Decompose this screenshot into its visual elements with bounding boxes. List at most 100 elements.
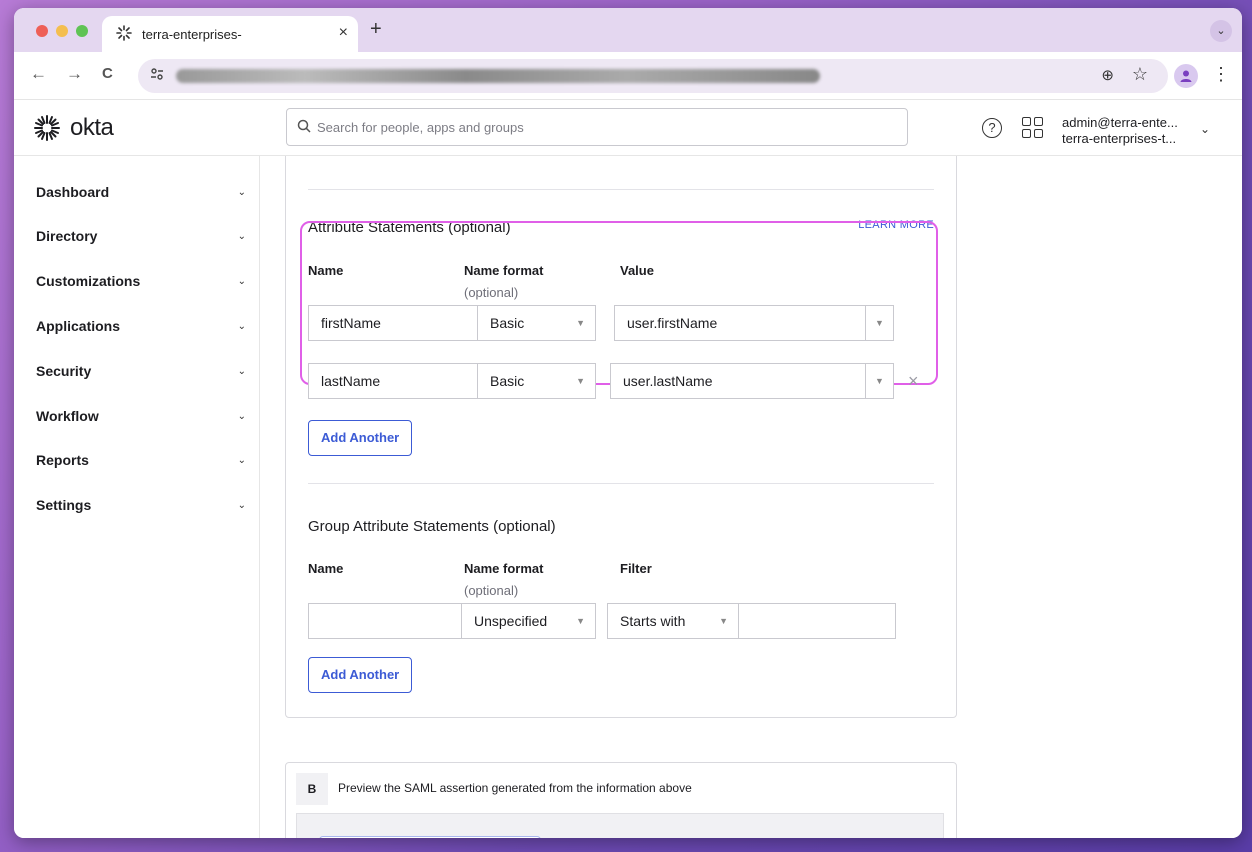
user-org[interactable]: terra-enterprises-t... — [1062, 131, 1176, 146]
okta-logo[interactable]: okta — [34, 114, 114, 142]
sidebar: Dashboard ⌄ Directory ⌄ Customizations ⌄… — [14, 156, 260, 838]
dropdown-arrow-icon: ▼ — [576, 318, 585, 328]
col-format-header: Name format — [464, 263, 544, 278]
forward-icon[interactable]: → — [66, 64, 83, 84]
chevron-down-icon: ⌄ — [237, 320, 246, 332]
dropdown-arrow-icon: ▼ — [719, 616, 728, 626]
add-group-attribute-button[interactable]: Add Another — [308, 657, 413, 693]
tab-bar: terra-enterprises- × + ⌄ — [14, 8, 1242, 52]
sidebar-item-security[interactable]: Security ⌄ — [36, 357, 246, 385]
group-filter-select[interactable]: Starts with ▼ — [607, 603, 739, 639]
group-attribute-statements-title: Group Attribute Statements (optional) — [308, 518, 556, 535]
sidebar-item-directory[interactable]: Directory ⌄ — [36, 222, 246, 250]
preview-saml-button[interactable] — [319, 836, 541, 838]
attribute-value-input[interactable]: user.lastName — [610, 363, 866, 399]
browser-tab[interactable]: terra-enterprises- × — [102, 16, 358, 52]
new-tab-icon[interactable]: + — [370, 18, 382, 41]
chevron-down-icon: ⌄ — [237, 230, 246, 242]
okta-logo-text: okta — [70, 114, 114, 141]
divider — [308, 189, 934, 190]
attribute-format-select[interactable]: Basic ▼ — [477, 363, 596, 399]
attribute-name-input[interactable]: firstName — [308, 305, 478, 341]
sidebar-item-workflow[interactable]: Workflow ⌄ — [36, 402, 246, 430]
reload-icon[interactable]: C — [102, 65, 113, 82]
saml-preview-card: B Preview the SAML assertion generated f… — [285, 762, 957, 838]
chevron-down-icon: ⌄ — [237, 499, 246, 511]
minimize-window-button[interactable] — [56, 25, 68, 37]
add-attribute-button[interactable]: Add Another — [308, 420, 413, 456]
global-search[interactable] — [286, 108, 908, 146]
select-value: Starts with — [620, 613, 686, 629]
sidebar-item-settings[interactable]: Settings ⌄ — [36, 491, 246, 519]
group-col-format-header: Name format — [464, 561, 544, 576]
divider — [308, 483, 934, 484]
sidebar-item-label: Applications — [36, 318, 121, 334]
sidebar-item-label: Reports — [36, 452, 89, 468]
group-col-filter-header: Filter — [620, 561, 652, 576]
col-value-header: Value — [620, 263, 654, 278]
app-switcher-icon[interactable] — [1022, 117, 1044, 139]
attribute-statements-highlight — [300, 221, 938, 385]
main-content: Attribute Statements (optional) LEARN MO… — [261, 156, 1242, 838]
group-col-name-header: Name — [308, 561, 344, 576]
attribute-name-input[interactable]: lastName — [308, 363, 478, 399]
chevron-down-icon: ⌄ — [237, 365, 246, 377]
tab-close-icon[interactable]: × — [339, 24, 348, 42]
sidebar-item-label: Settings — [36, 497, 92, 513]
user-menu-chevron-icon[interactable]: ⌄ — [1200, 122, 1210, 136]
sidebar-item-customizations[interactable]: Customizations ⌄ — [36, 267, 246, 295]
select-value: Basic — [490, 315, 525, 331]
dropdown-arrow-icon: ▼ — [576, 376, 585, 386]
site-settings-icon[interactable] — [150, 67, 164, 81]
preview-panel — [296, 813, 944, 838]
attribute-value-input[interactable]: user.firstName — [614, 305, 866, 341]
col-name-header: Name — [308, 263, 344, 278]
user-email[interactable]: admin@terra-ente... — [1062, 115, 1178, 130]
search-icon — [297, 119, 311, 133]
group-col-format-sub: (optional) — [464, 583, 519, 598]
step-badge: B — [296, 773, 328, 805]
col-format-sub: (optional) — [464, 285, 519, 300]
attribute-format-select[interactable]: Basic ▼ — [477, 305, 596, 341]
profile-avatar-icon[interactable] — [1174, 64, 1198, 88]
preview-title: Preview the SAML assertion generated fro… — [338, 781, 692, 795]
browser-menu-icon[interactable]: ⋮ — [1212, 64, 1230, 85]
close-window-button[interactable] — [36, 25, 48, 37]
tab-search-icon[interactable]: ⌄ — [1210, 20, 1232, 42]
sidebar-item-reports[interactable]: Reports ⌄ — [36, 446, 246, 474]
tab-title: terra-enterprises- — [142, 27, 242, 42]
help-icon[interactable]: ? — [982, 118, 1002, 138]
bookmark-star-icon[interactable]: ☆ — [1132, 64, 1148, 85]
address-bar[interactable]: ⊕ ☆ — [138, 59, 1168, 93]
sidebar-item-label: Security — [36, 363, 92, 379]
remove-row-icon[interactable]: × — [908, 371, 919, 392]
okta-sunburst-icon — [34, 115, 60, 141]
sidebar-item-label: Dashboard — [36, 184, 110, 200]
sidebar-item-label: Directory — [36, 228, 98, 244]
chevron-down-icon: ⌄ — [237, 454, 246, 466]
group-format-select[interactable]: Unspecified ▼ — [461, 603, 596, 639]
chevron-down-icon: ⌄ — [237, 186, 246, 198]
sidebar-item-label: Customizations — [36, 273, 141, 289]
sidebar-item-dashboard[interactable]: Dashboard ⌄ — [36, 178, 246, 206]
zoom-icon[interactable]: ⊕ — [1101, 66, 1114, 84]
value-dropdown-arrow-icon[interactable]: ▼ — [866, 305, 894, 341]
group-filter-value-input[interactable] — [738, 603, 896, 639]
okta-favicon-icon — [116, 25, 132, 41]
maximize-window-button[interactable] — [76, 25, 88, 37]
browser-window: terra-enterprises- × + ⌄ ← → C ⊕ ☆ ⋮ okt… — [14, 8, 1242, 838]
back-icon[interactable]: ← — [30, 64, 47, 84]
group-attribute-name-input[interactable] — [308, 603, 462, 639]
redacted-url — [176, 69, 820, 83]
dropdown-arrow-icon: ▼ — [576, 616, 585, 626]
saml-settings-card: Attribute Statements (optional) LEARN MO… — [285, 156, 957, 718]
chevron-down-icon: ⌄ — [237, 410, 246, 422]
okta-header: okta ? admin@terra-ente... terra-enterpr… — [14, 100, 1242, 156]
search-input[interactable] — [317, 115, 897, 139]
browser-toolbar: ← → C ⊕ ☆ ⋮ — [14, 52, 1242, 100]
sidebar-item-label: Workflow — [36, 408, 99, 424]
select-value: Basic — [490, 373, 525, 389]
value-dropdown-arrow-icon[interactable]: ▼ — [866, 363, 894, 399]
sidebar-item-applications[interactable]: Applications ⌄ — [36, 312, 246, 340]
select-value: Unspecified — [474, 613, 548, 629]
